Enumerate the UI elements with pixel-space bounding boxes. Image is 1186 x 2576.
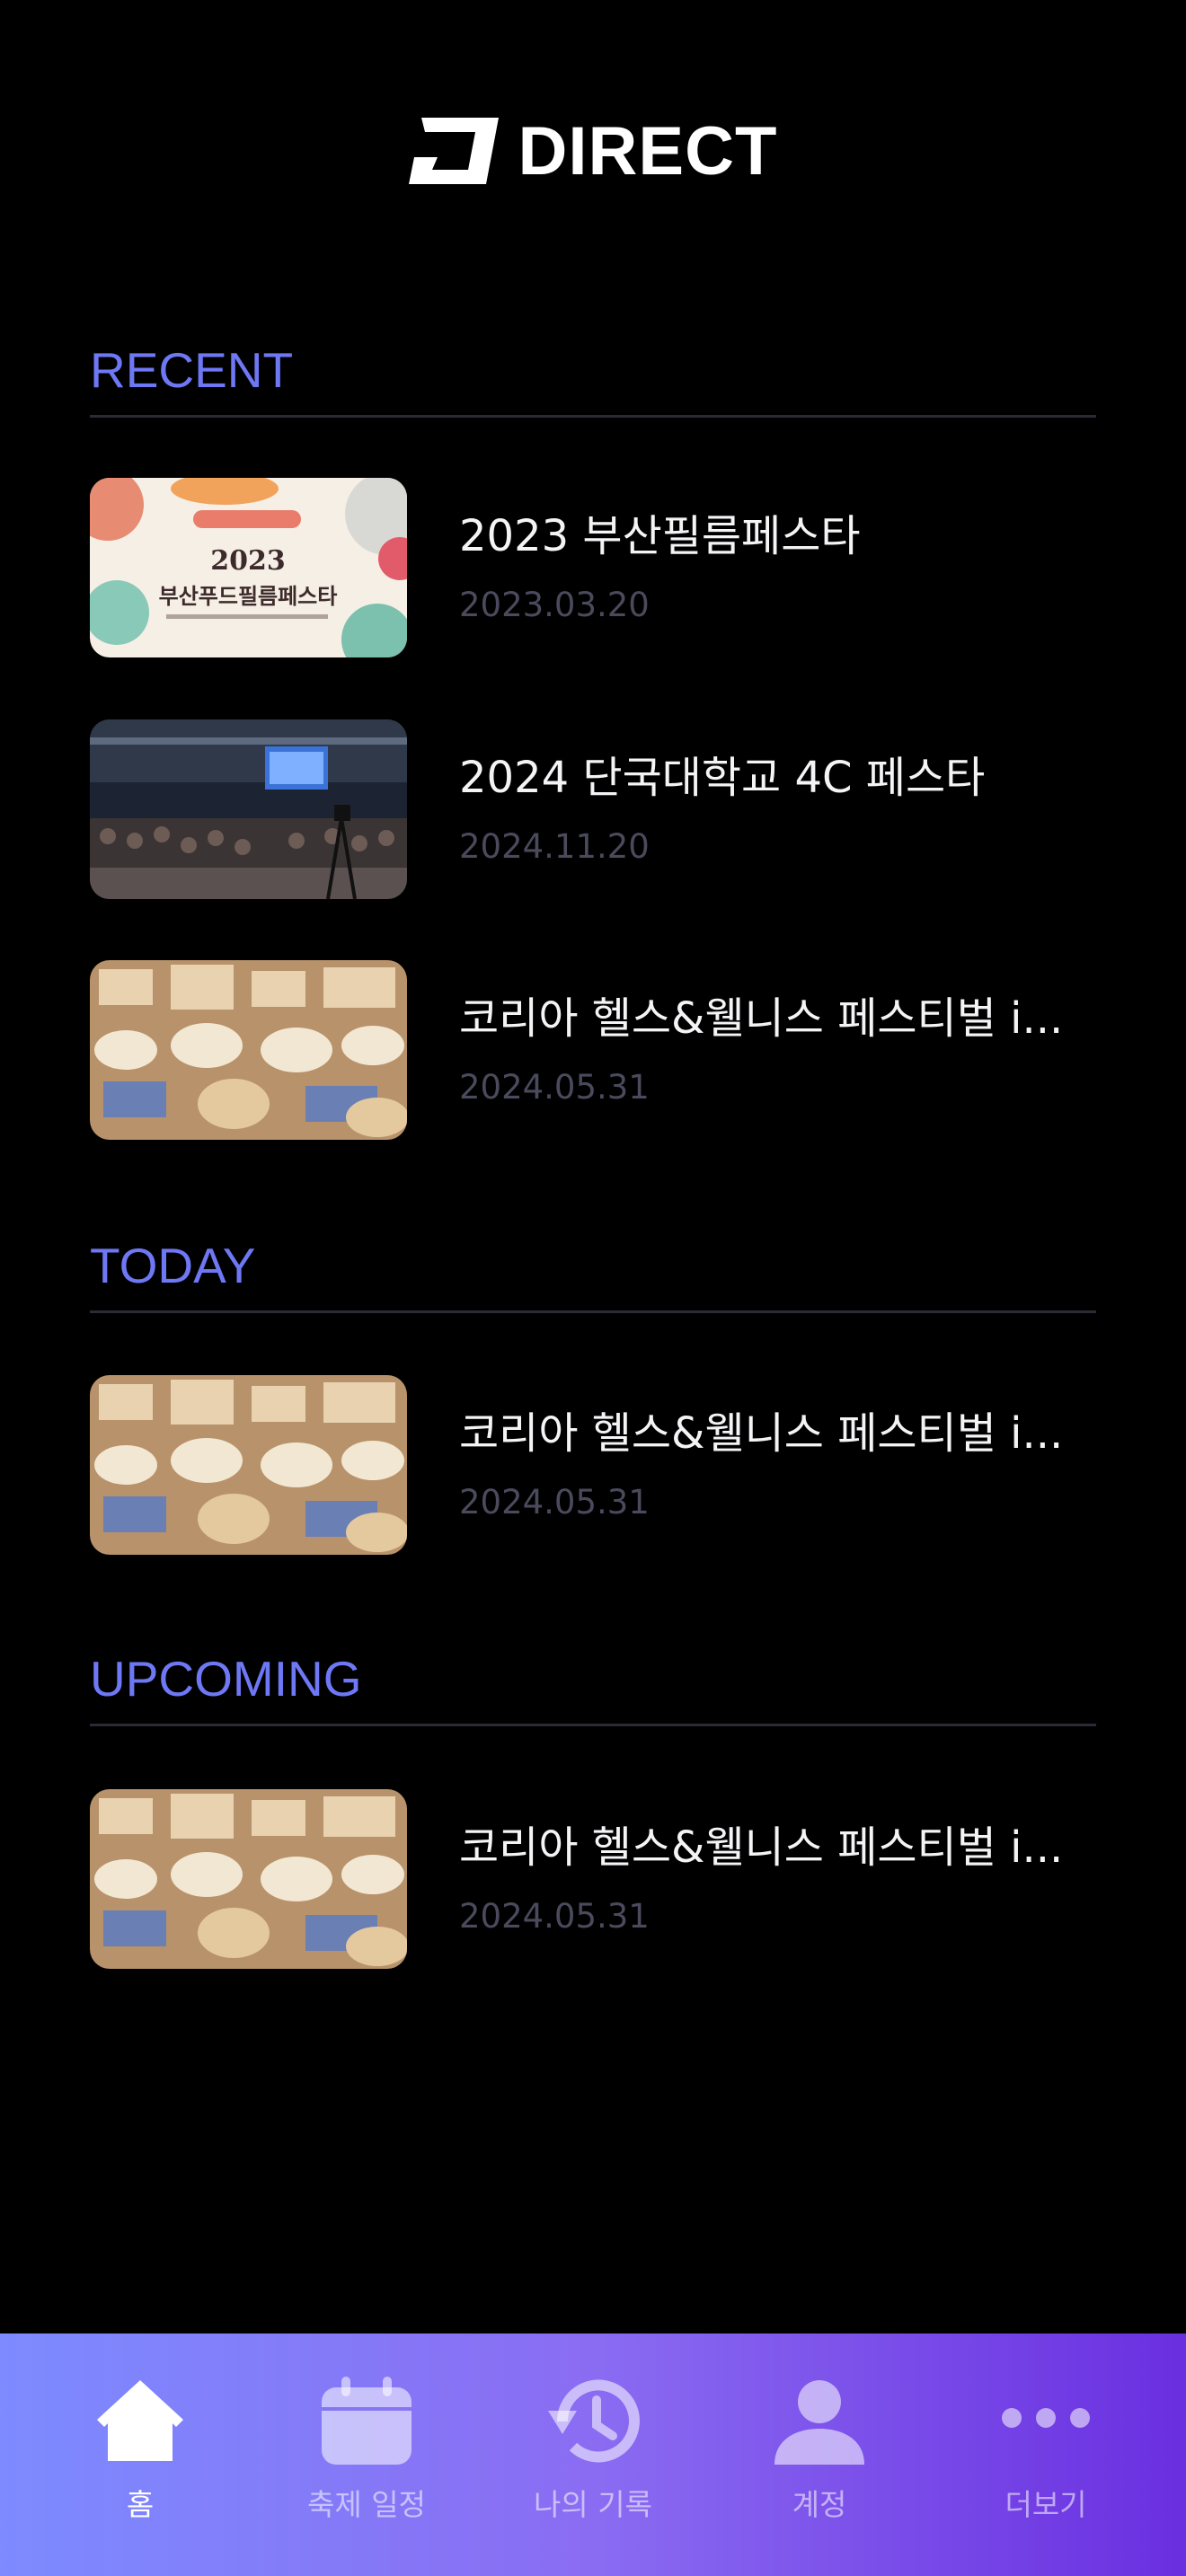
recent-section: RECENT 2023 부산푸드필름페스타 2023 부산필름페스타 2023.… (90, 334, 1096, 1160)
today-section: TODAY 코리아 헬스&웰니스 페스티벌 i... 2024.05.31 (90, 1230, 1096, 1571)
festival-thumbnail: 2023 부산푸드필름페스타 (90, 478, 407, 657)
tab-account[interactable]: 계정 (721, 2333, 918, 2576)
history-icon (548, 2379, 640, 2463)
divider (90, 1310, 1096, 1313)
brand-name: DIRECT (518, 112, 778, 190)
festival-title: 코리아 헬스&웰니스 페스티벌 i... (459, 993, 1064, 1044)
brand-logo[interactable]: DIRECT (408, 112, 778, 190)
divider (90, 1724, 1096, 1726)
svg-text:부산푸드필름페스타: 부산푸드필름페스타 (159, 584, 338, 609)
festival-thumbnail (90, 719, 407, 899)
festival-thumbnail (90, 1789, 407, 1969)
section-title-upcoming: UPCOMING (90, 1651, 362, 1707)
home-icon (97, 2380, 183, 2461)
list-item[interactable]: 코리아 헬스&웰니스 페스티벌 i... 2024.05.31 (90, 1789, 1096, 1969)
section-title-today: TODAY (90, 1238, 256, 1293)
tab-home[interactable]: 홈 (41, 2333, 239, 2576)
festival-thumbnail (90, 1375, 407, 1555)
festival-title: 2023 부산필름페스타 (459, 511, 861, 561)
tab-more[interactable]: 더보기 (947, 2333, 1145, 2576)
app-header: DIRECT (0, 106, 1186, 196)
list-item[interactable]: 코리아 헬스&웰니스 페스티벌 i... 2024.05.31 (90, 960, 1096, 1140)
list-item[interactable]: 코리아 헬스&웰니스 페스티벌 i... 2024.05.31 (90, 1375, 1096, 1555)
tab-my-history[interactable]: 나의 기록 (494, 2333, 692, 2576)
divider (90, 415, 1096, 418)
tab-label: 나의 기록 (534, 2487, 652, 2522)
tab-label: 계정 (792, 2487, 847, 2522)
tab-label: 홈 (126, 2487, 155, 2522)
festival-title: 코리아 헬스&웰니스 페스티벌 i... (459, 1408, 1064, 1459)
bottom-tab-bar: 홈 축제 일정 나의 기록 계정 더보기 (0, 2333, 1186, 2576)
festival-date: 2024.05.31 (459, 1483, 650, 1522)
tab-label: 축제 일정 (307, 2487, 426, 2522)
festival-date: 2023.03.20 (459, 586, 650, 624)
direct-logo-icon (408, 118, 499, 184)
calendar-icon (322, 2377, 412, 2465)
person-icon (774, 2380, 864, 2465)
festival-date: 2024.11.20 (459, 827, 650, 866)
upcoming-section: UPCOMING 코리아 헬스&웰니스 페스티벌 i... 2024.05.31 (90, 1643, 1096, 1984)
list-item[interactable]: 2023 부산푸드필름페스타 2023 부산필름페스타 2023.03.20 (90, 478, 1096, 657)
tab-label: 더보기 (1005, 2487, 1087, 2522)
festival-thumbnail (90, 960, 407, 1140)
festival-title: 코리아 헬스&웰니스 페스티벌 i... (459, 1822, 1064, 1873)
svg-text:2023: 2023 (210, 545, 286, 577)
festival-date: 2024.05.31 (459, 1068, 650, 1107)
list-item[interactable]: 2024 단국대학교 4C 페스타 2024.11.20 (90, 719, 1096, 899)
festival-title: 2024 단국대학교 4C 페스타 (459, 753, 986, 803)
festival-date: 2024.05.31 (459, 1897, 650, 1936)
more-icon (1002, 2408, 1090, 2428)
tab-festival-schedule[interactable]: 축제 일정 (268, 2333, 465, 2576)
section-title-recent: RECENT (90, 342, 294, 398)
